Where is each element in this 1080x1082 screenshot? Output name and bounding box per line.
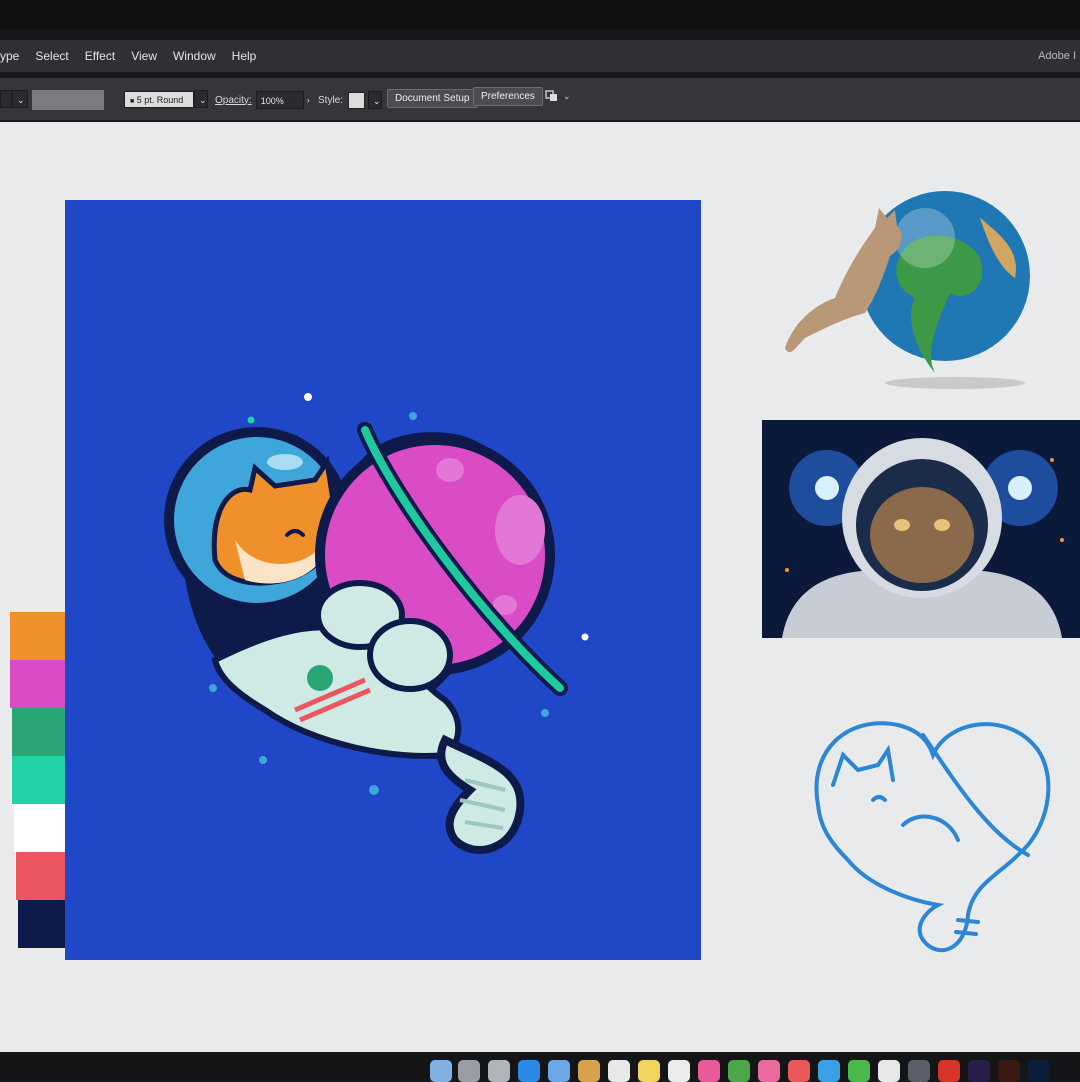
mail-icon[interactable] — [548, 1060, 570, 1082]
chevron-down-icon[interactable]: ⌄ — [563, 91, 571, 102]
helmet-light — [1008, 476, 1032, 500]
music-icon[interactable] — [758, 1060, 780, 1082]
chevron-right-icon[interactable]: › — [307, 95, 310, 105]
menu-select[interactable]: Select — [35, 49, 68, 63]
astronaut-cat-illustration[interactable] — [65, 200, 701, 960]
stroke-weight-field[interactable] — [32, 90, 104, 110]
document-setup-button[interactable]: Document Setup — [387, 89, 478, 108]
spark — [785, 568, 789, 572]
contacts-icon[interactable] — [578, 1060, 600, 1082]
menu-effect[interactable]: Effect — [85, 49, 115, 63]
globe-highlight — [895, 208, 955, 268]
monitor-bezel — [0, 0, 1080, 30]
globe-shadow — [885, 377, 1025, 389]
cat-eye — [894, 519, 910, 531]
indesign-icon[interactable] — [968, 1060, 990, 1082]
brush-definition[interactable]: ■ 5 pt. Round ⌄ — [124, 90, 208, 108]
helmet-light — [815, 476, 839, 500]
fill-dropdown[interactable]: ⌄ — [0, 90, 28, 108]
cat-tail — [437, 734, 525, 854]
cat-face — [870, 487, 974, 583]
calendar-icon[interactable] — [608, 1060, 630, 1082]
helmet-shine — [267, 454, 303, 470]
artboard[interactable] — [65, 200, 701, 960]
sketch-cat-eye — [871, 795, 887, 802]
opacity-label[interactable]: Opacity: — [215, 95, 252, 106]
facetime-icon[interactable] — [848, 1060, 870, 1082]
arrange-control[interactable]: ⌄ — [544, 88, 571, 104]
notes-icon[interactable] — [638, 1060, 660, 1082]
brush-dot-icon: ■ — [130, 97, 135, 105]
app-store-icon[interactable] — [818, 1060, 840, 1082]
variable-width-field[interactable] — [32, 90, 104, 110]
finder-icon[interactable] — [430, 1060, 452, 1082]
terminal-icon[interactable] — [908, 1060, 930, 1082]
photoshop-icon[interactable] — [1028, 1060, 1050, 1082]
preferences-button[interactable]: Preferences — [473, 87, 543, 106]
reference-cat-globe-image[interactable] — [775, 178, 1045, 393]
brush-definition-field[interactable]: ■ 5 pt. Round — [124, 90, 194, 108]
app-icon[interactable] — [788, 1060, 810, 1082]
menu-type[interactable]: ype — [0, 49, 19, 63]
blue-pencil-sketch — [814, 721, 1051, 953]
planet-crater — [495, 495, 545, 565]
app-title: Adobe I — [1038, 50, 1076, 62]
document-setup-wrap: Document Setup — [387, 89, 478, 108]
illustrator-icon[interactable] — [998, 1060, 1020, 1082]
safari-icon[interactable] — [518, 1060, 540, 1082]
photos-icon[interactable] — [698, 1060, 720, 1082]
messages-icon[interactable] — [728, 1060, 750, 1082]
paw-bottom — [367, 618, 453, 692]
opacity-control: Opacity: 100% › — [215, 91, 310, 109]
style-label: Style: — [318, 94, 344, 106]
sketch-cat-ears — [831, 744, 895, 787]
brush-definition-label: 5 pt. Round — [136, 94, 184, 105]
system-preferences-icon[interactable] — [488, 1060, 510, 1082]
cat-globe-photo — [785, 191, 1030, 389]
sketch-ring — [921, 733, 1030, 857]
chevron-down-icon[interactable]: ⌄ — [194, 90, 208, 108]
launchpad-icon[interactable] — [458, 1060, 480, 1082]
opacity-field[interactable]: 100% — [255, 91, 304, 109]
arrange-icon[interactable] — [544, 88, 560, 104]
sketch-paws — [901, 814, 960, 842]
planet-crater — [436, 458, 464, 482]
astronaut-cat-photo — [762, 420, 1080, 638]
chevron-down-icon[interactable]: ⌄ — [12, 90, 28, 108]
spark — [1050, 458, 1054, 462]
menu-window[interactable]: Window — [173, 49, 216, 63]
preferences-wrap: Preferences — [473, 87, 543, 106]
chrome-icon[interactable] — [878, 1060, 900, 1082]
suit-badge — [307, 665, 333, 691]
spark — [1060, 538, 1064, 542]
chevron-down-icon[interactable]: ⌄ — [368, 91, 383, 109]
menu-view[interactable]: View — [131, 49, 157, 63]
control-bar: ⌄ ■ 5 pt. Round ⌄ Opacity: 100% › Style:… — [0, 78, 1080, 120]
dock — [0, 1052, 1080, 1082]
adobe-icon[interactable] — [938, 1060, 960, 1082]
reference-sketch[interactable] — [808, 710, 1058, 960]
sketch-heart-outline — [814, 721, 1051, 953]
menu-bar: ype Select Effect View Window Help Adobe… — [0, 40, 1080, 72]
cat-eye — [934, 519, 950, 531]
reference-astronaut-cat-image[interactable] — [762, 420, 1080, 638]
menu-help[interactable]: Help — [232, 49, 257, 63]
fill-swatch[interactable] — [0, 90, 12, 108]
style-control: Style: ⌄ — [318, 91, 383, 109]
reminders-icon[interactable] — [668, 1060, 690, 1082]
style-swatch[interactable] — [348, 91, 366, 109]
